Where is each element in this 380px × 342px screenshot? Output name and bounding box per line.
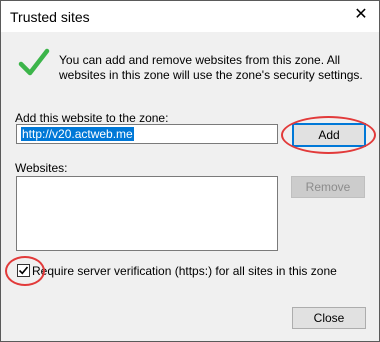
window-title: Trusted sites	[10, 9, 90, 25]
checkbox-check-icon	[18, 266, 29, 275]
require-https-label[interactable]: Require server verification (https:) for…	[32, 264, 337, 278]
close-icon[interactable]: ✕	[353, 7, 369, 23]
require-https-checkbox[interactable]	[17, 264, 30, 277]
website-url-value: http://v20.actweb.me	[21, 127, 134, 141]
zone-info-text: You can add and remove websites from thi…	[59, 53, 363, 82]
checkmark-icon	[18, 48, 50, 76]
remove-button[interactable]: Remove	[291, 176, 365, 198]
add-website-label: Add this website to the zone:	[15, 111, 169, 125]
close-button[interactable]: Close	[292, 307, 366, 329]
add-button[interactable]: Add	[292, 123, 366, 147]
websites-list[interactable]	[16, 176, 278, 251]
website-url-input[interactable]: http://v20.actweb.me	[16, 124, 278, 144]
trusted-sites-dialog: Trusted sites ✕ You can add and remove w…	[0, 0, 380, 342]
title-bar: Trusted sites ✕	[1, 1, 379, 32]
websites-label: Websites:	[15, 161, 68, 175]
